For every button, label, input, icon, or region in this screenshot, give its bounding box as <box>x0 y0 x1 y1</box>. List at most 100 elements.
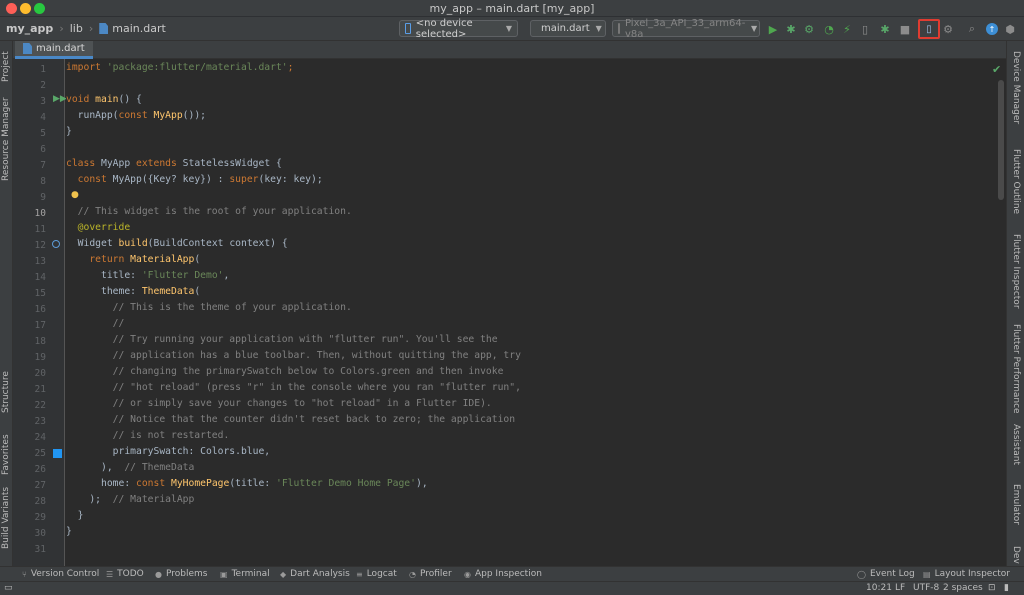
breadcrumb-project[interactable]: my_app <box>6 22 53 35</box>
line-number: 3 <box>40 96 46 107</box>
line-number: 2 <box>40 80 46 91</box>
profiler-tool-button[interactable]: ◔ Profiler <box>409 569 452 579</box>
line-number: 29 <box>34 512 46 523</box>
app-inspection-tool-button[interactable]: ◉ App Inspection <box>464 569 542 579</box>
attach-app-icon[interactable]: ✱ <box>877 21 893 37</box>
breadcrumb-separator: › <box>59 22 64 35</box>
code-editor[interactable]: import 'package:flutter/material.dart'; … <box>66 59 1006 566</box>
line-number: 31 <box>34 544 46 555</box>
project-tool-button[interactable]: Project <box>1 46 11 82</box>
settings-icon[interactable]: ⬢ <box>1002 21 1018 37</box>
code-line-28: ); // MaterialApp <box>66 494 195 505</box>
code-line-30: } <box>66 526 72 537</box>
line-number: 21 <box>34 384 46 395</box>
resource-manager-tool-button[interactable]: Resource Manager <box>1 97 11 181</box>
code-line-10: // This widget is the root of your appli… <box>66 206 352 217</box>
indent-setting[interactable]: 2 spaces <box>943 583 983 593</box>
line-number: 30 <box>34 528 46 539</box>
line-number: 26 <box>34 464 46 475</box>
run-main-gutter-icon[interactable]: ▶▶ <box>53 94 67 104</box>
code-line-29: } <box>66 510 84 521</box>
todo-tool-button[interactable]: ☰ TODO <box>106 569 144 579</box>
breadcrumb-file[interactable]: main.dart <box>112 22 166 35</box>
color-preview-icon[interactable] <box>53 449 62 458</box>
line-number: 4 <box>40 112 46 123</box>
editor-scrollbar-thumb[interactable] <box>998 80 1004 200</box>
code-line-8: const MyApp({Key? key}) : super(key: key… <box>77 174 323 185</box>
breadcrumb-lib[interactable]: lib <box>70 22 83 35</box>
tab-main-dart[interactable]: main.dart <box>15 41 93 59</box>
list-icon: ☰ <box>106 569 114 579</box>
flutter-performance-tool-button[interactable]: Flutter Performance <box>1011 324 1021 414</box>
code-line-24: // is not restarted. <box>66 430 230 441</box>
dart-icon: ◆ <box>280 569 287 579</box>
terminal-tool-button[interactable]: ▣ Terminal <box>220 569 270 579</box>
code-line-5: } <box>66 126 72 137</box>
memory-indicator-icon[interactable]: ▮ <box>1004 583 1009 593</box>
event-log-icon: ◯ <box>857 569 866 579</box>
line-number: 7 <box>40 160 46 171</box>
override-gutter-icon[interactable] <box>52 240 60 248</box>
logcat-tool-button[interactable]: ≡ Logcat <box>356 569 397 579</box>
chevron-down-icon: ▼ <box>595 24 602 33</box>
line-number: 25 <box>34 448 46 459</box>
code-line-21: // "hot reload" (press "r" in the consol… <box>66 382 521 393</box>
problems-tool-button[interactable]: ● Problems <box>155 569 207 579</box>
status-layout-icon[interactable]: ▭ <box>4 583 13 593</box>
structure-tool-button[interactable]: Structure <box>1 369 11 413</box>
emulator-tool-button[interactable]: Emulator <box>1011 484 1021 525</box>
line-number: 5 <box>40 128 46 139</box>
flutter-inspector-tool-button[interactable]: Flutter Inspector <box>1011 234 1021 309</box>
line-number: 27 <box>34 480 46 491</box>
code-line-4: runApp(const MyApp()); <box>66 110 207 121</box>
profile-icon[interactable]: ◔ <box>821 21 837 37</box>
open-devtools-icon[interactable]: ▯ <box>857 21 873 37</box>
no-problems-check-icon[interactable]: ✔ <box>992 63 1001 76</box>
sdk-manager-icon[interactable]: ⚙ <box>940 21 956 37</box>
line-number: 23 <box>34 416 46 427</box>
device-manager-tool-button[interactable]: Device Manager <box>1011 51 1021 124</box>
lightbulb-icon[interactable]: ● <box>71 190 79 200</box>
build-variants-tool-button[interactable]: Build Variants <box>1 487 11 549</box>
code-line-17: // <box>66 318 125 329</box>
run-config-selector[interactable]: main.dart ▼ <box>530 20 606 37</box>
tool-window-bar: ⑂ Version Control ☰ TODO ● Problems ▣ Termin… <box>0 566 1024 581</box>
favorites-tool-button[interactable]: Favorites <box>1 431 11 475</box>
code-line-23: // Notice that the counter didn't reset … <box>66 414 516 425</box>
event-log-tool-button[interactable]: ◯ Event Log <box>857 569 915 579</box>
dev-tool-button[interactable]: Dev <box>1011 546 1021 564</box>
device-selector[interactable]: <no device selected> ▼ <box>399 18 518 40</box>
code-line-14: title: 'Flutter Demo', <box>66 270 230 281</box>
update-icon[interactable]: ↑ <box>984 21 1000 37</box>
version-control-tool-button[interactable]: ⑂ Version Control <box>22 569 99 579</box>
run-icon[interactable]: ▶ <box>765 21 781 37</box>
emulator-selector[interactable]: Pixel_3a_API_33_arm64-v8a ▼ <box>612 18 760 40</box>
line-number: 9 <box>40 192 46 203</box>
file-encoding[interactable]: UTF-8 <box>913 583 939 593</box>
line-number: 16 <box>34 304 46 315</box>
line-number: 15 <box>34 288 46 299</box>
line-separator[interactable]: LF <box>895 583 905 593</box>
dart-analysis-tool-button[interactable]: ◆ Dart Analysis <box>280 569 350 579</box>
layout-inspector-tool-button[interactable]: ▤ Layout Inspector <box>923 569 1010 579</box>
code-line-13: return MaterialApp( <box>89 254 201 265</box>
hot-reload-icon[interactable]: ⚡ <box>839 21 855 37</box>
debug-icon[interactable]: ✱ <box>783 21 799 37</box>
flutter-outline-tool-button[interactable]: Flutter Outline <box>1011 149 1021 214</box>
line-number: 11 <box>34 224 46 235</box>
breadcrumb: my_app › lib › main.dart <box>6 22 166 35</box>
attach-debugger-icon[interactable]: ⚙ <box>801 21 817 37</box>
tab-label: main.dart <box>36 43 85 54</box>
device-manager-icon[interactable]: ▯ <box>918 19 940 39</box>
stop-icon[interactable]: ■ <box>897 21 913 37</box>
caret-position[interactable]: 10:21 <box>866 583 892 593</box>
line-number: 13 <box>34 256 46 267</box>
code-line-20: // changing the primarySwatch below to C… <box>66 366 504 377</box>
assistant-tool-button[interactable]: Assistant <box>1011 424 1021 465</box>
status-bar: ▭ 10:21 LF UTF-8 2 spaces ⊡ ▮ <box>0 581 1024 595</box>
window-title: my_app – main.dart [my_app] <box>429 2 595 15</box>
search-icon[interactable]: ⌕ <box>964 21 980 37</box>
lock-icon[interactable]: ⊡ <box>988 583 996 593</box>
line-number: 22 <box>34 400 46 411</box>
line-number: 17 <box>34 320 46 331</box>
